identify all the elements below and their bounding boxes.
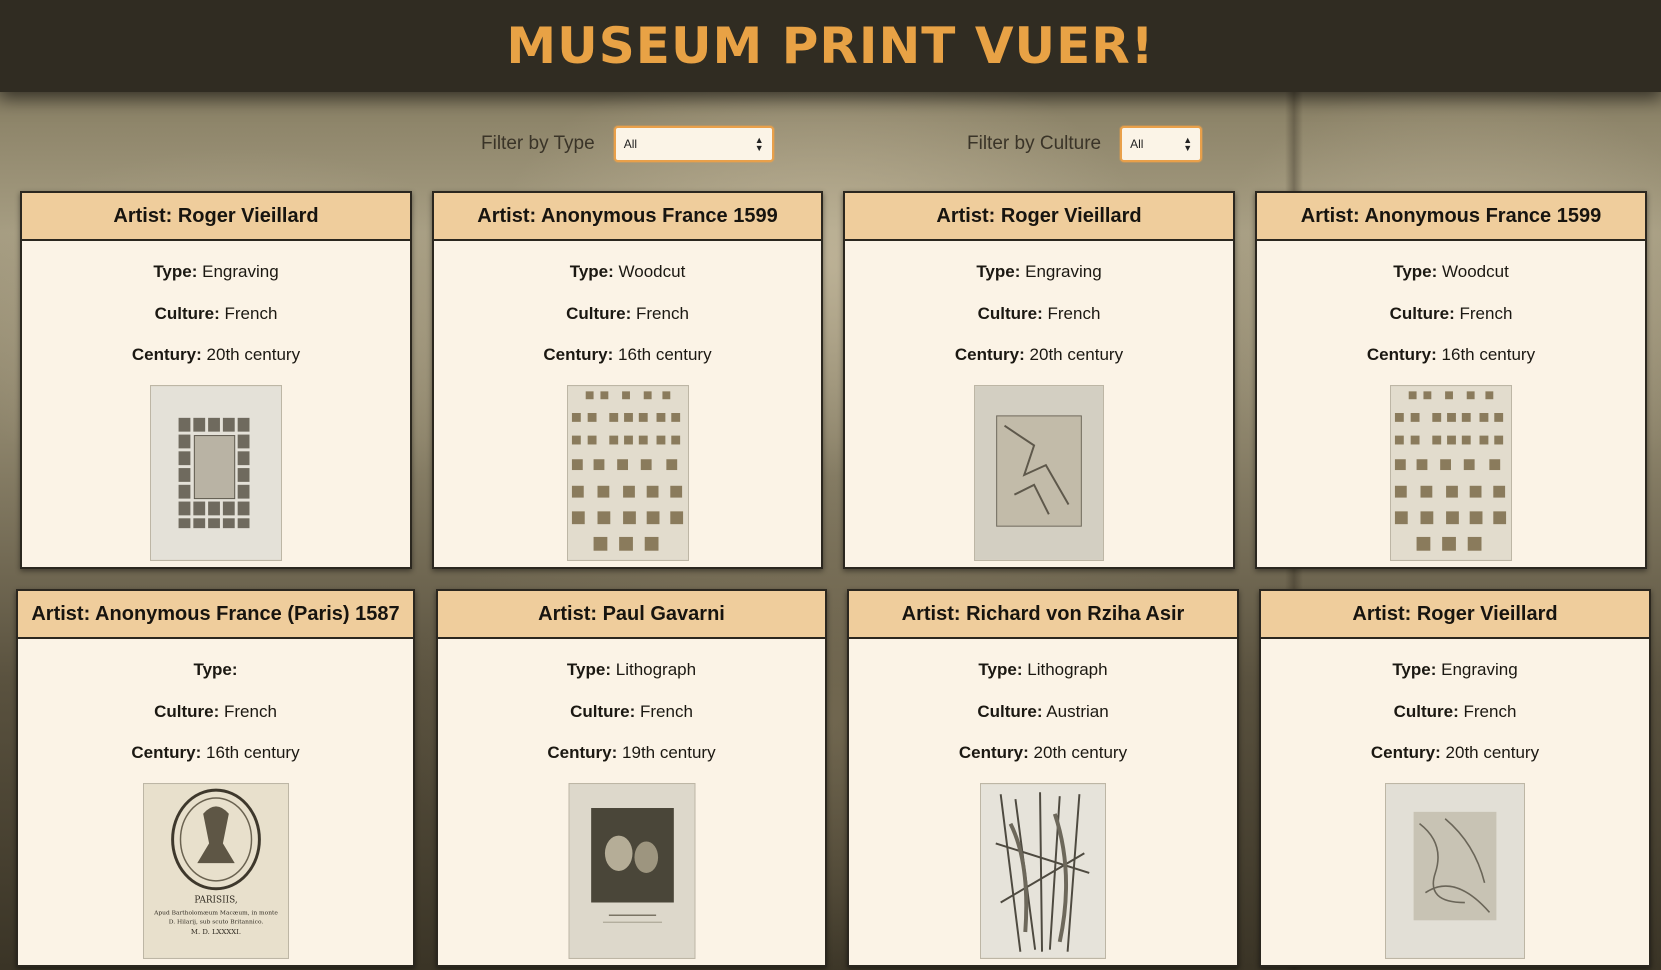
culture-filter-label: Filter by Culture [967,133,1102,154]
lithograph-portrait-icon[interactable] [568,783,695,959]
lithograph-forest-icon[interactable] [980,783,1106,959]
card-century: Century: 20th century [954,345,1124,364]
card-artist: Artist: Roger Vieillard [22,193,410,241]
type-filter: Filter by Type All ▲ ▼ [481,126,774,162]
culture-filter: Filter by Culture All ▲ ▼ [967,126,1203,162]
page-title: MUSEUM PRINT VUER! [506,17,1155,75]
card-culture: Culture: French [570,701,693,721]
print-card[interactable]: Artist: Anonymous France 1599 Type: Wood… [1255,191,1647,569]
select-arrows-icon: ▲ ▼ [1183,135,1193,153]
print-card[interactable]: Artist: Roger Vieillard Type: Engraving … [1259,589,1651,967]
card-type: Type: Engraving [976,262,1102,281]
card-artist: Artist: Anonymous France 1599 [434,193,821,241]
card-artist: Artist: Anonymous France 1599 [1257,193,1645,241]
abstract-engraving-icon[interactable] [1385,783,1525,959]
culture-filter-value: All [1130,137,1144,151]
woodcut-letters-icon[interactable] [1390,385,1512,561]
type-filter-label: Filter by Type [481,133,595,154]
type-filter-value: All [623,137,638,151]
print-card[interactable]: Artist: Richard von Rziha Asir Type: Lit… [847,589,1239,967]
card-type: Type: Woodcut [1393,262,1509,281]
select-arrows-icon: ▲ ▼ [754,135,764,153]
card-type: Type: Lithograph [978,660,1108,679]
svg-text:PARISIIS,: PARISIIS, [194,896,237,906]
card-century: Century: 19th century [547,743,716,762]
engraving-grid-icon[interactable] [150,385,282,561]
card-culture: Culture: French [154,701,277,721]
card-artist: Artist: Anonymous France (Paris) 1587 [18,591,413,639]
card-century: Century: 16th century [1366,345,1536,364]
woodcut-letters-icon[interactable] [566,385,689,561]
card-century: Century: 20th century [1370,743,1540,762]
svg-text:M. D. LXXXXI.: M. D. LXXXXI. [190,928,240,936]
card-culture: Culture: French [566,303,689,323]
print-card[interactable]: Artist: Paul Gavarni Type: Lithograph Cu… [436,589,827,967]
framed-engraving-icon[interactable] [974,385,1104,561]
card-century: Century: 16th century [131,743,300,762]
card-century: Century: 16th century [543,345,712,364]
card-artist: Artist: Roger Vieillard [845,193,1233,241]
print-card[interactable]: Artist: Anonymous France (Paris) 1587 Ty… [16,589,415,967]
svg-text:D. Hilarij, sub scuto Britanni: D. Hilarij, sub scuto Britannico. [168,919,263,925]
card-culture: Culture: French [1393,701,1517,721]
card-artist: Artist: Paul Gavarni [438,591,825,639]
print-card[interactable]: Artist: Roger Vieillard Type: Engraving … [20,191,412,569]
culture-filter-select[interactable]: All ▲ ▼ [1120,126,1203,162]
card-culture: Culture: French [154,303,278,323]
card-century: Century: 20th century [958,743,1128,762]
card-culture: Culture: French [1389,303,1513,323]
card-type: Type: Woodcut [569,262,686,281]
card-type: Type: Engraving [153,262,279,281]
card-culture: Culture: Austrian [977,701,1109,721]
card-century: Century: 20th century [131,345,301,364]
card-type: Type: Engraving [1392,660,1518,679]
page-header: MUSEUM PRINT VUER! [0,0,1661,92]
filter-bar: Filter by Type All ▲ ▼ Filter by Culture … [0,126,1661,166]
title-page-icon[interactable]: PARISIIS, Apud Bartholomæum Macæum, in m… [142,783,289,959]
card-type: Type: Lithograph [566,660,697,679]
card-artist: Artist: Richard von Rziha Asir [849,591,1237,639]
svg-text:Apud Bartholomæum Macæum, in m: Apud Bartholomæum Macæum, in monte [153,910,278,916]
card-type: Type: [193,660,238,679]
print-card[interactable]: Artist: Roger Vieillard Type: Engraving … [843,191,1235,569]
print-card[interactable]: Artist: Anonymous France 1599 Type: Wood… [432,191,823,569]
type-filter-select[interactable]: All ▲ ▼ [613,126,774,162]
card-culture: Culture: French [977,303,1101,323]
card-artist: Artist: Roger Vieillard [1261,591,1649,639]
